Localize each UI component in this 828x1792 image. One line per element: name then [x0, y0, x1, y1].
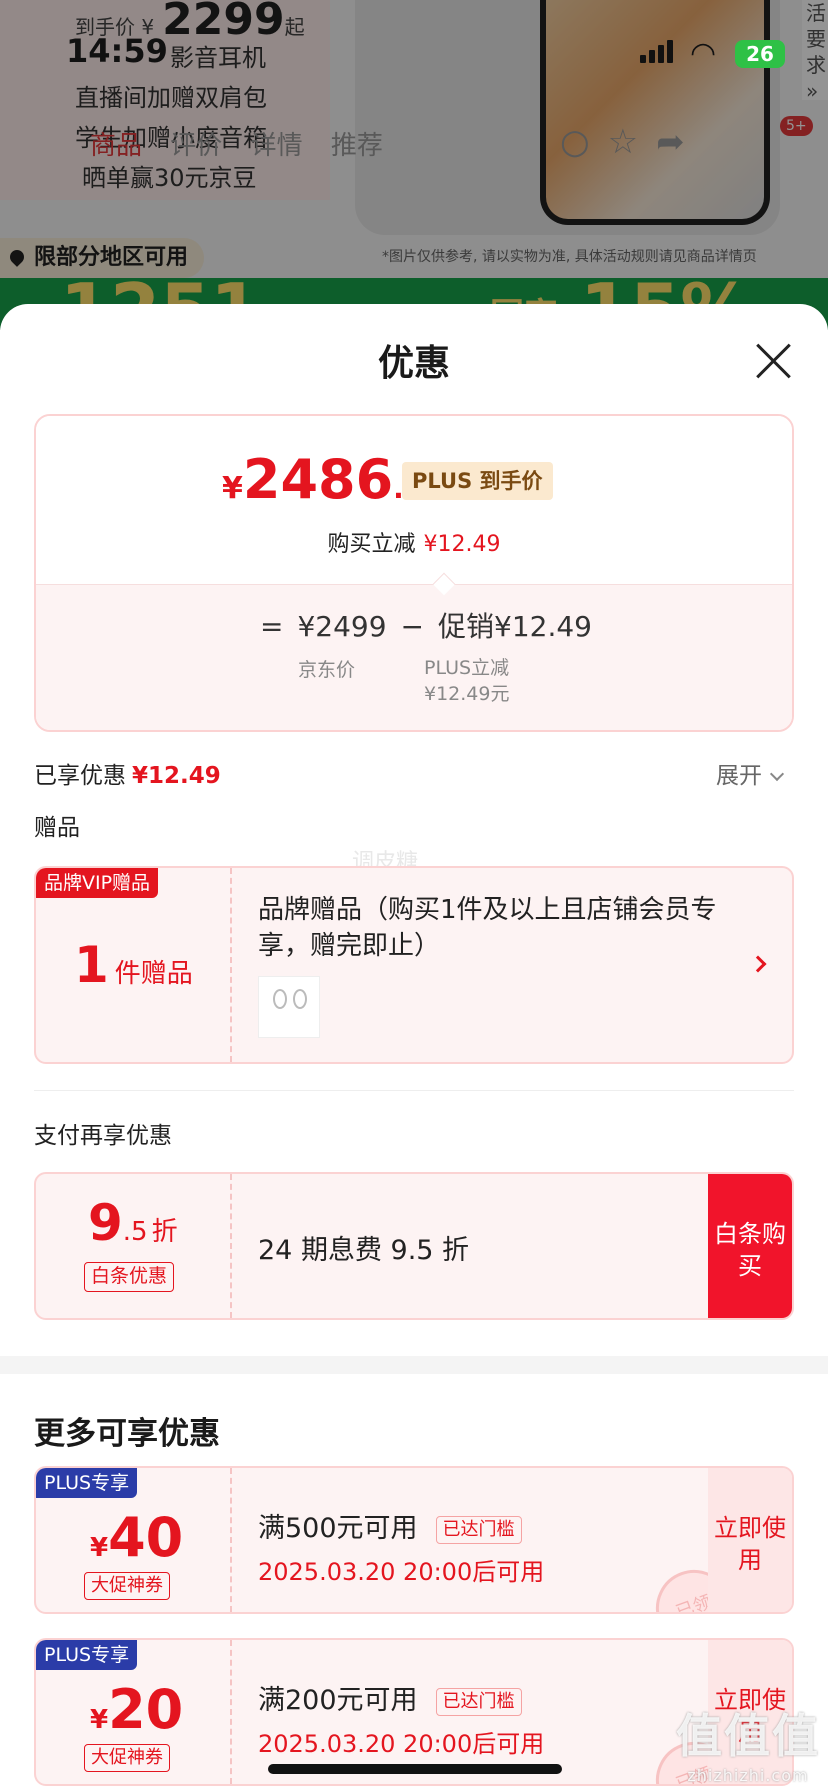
- price-formula-area: = ¥2499− 促销¥12.49 京东价 PLUS立减 ¥12.49元: [36, 584, 792, 730]
- wifi-icon: ◠: [690, 36, 717, 71]
- enjoyed-discount: 已享优惠 ¥12.49: [34, 763, 221, 789]
- threshold-met-badge: 已达门槛: [435, 1687, 522, 1716]
- baitiao-card-left: 9.5 折 白条优惠: [36, 1174, 232, 1318]
- gift-card[interactable]: 品牌VIP赠品 1 件赠品 品牌赠品（购买1件及以上且店铺会员专享，赠完即止）: [34, 866, 794, 1064]
- final-price-area: ¥2486.51 PLUS 到手价 购买立减¥12.49: [36, 416, 792, 584]
- more-discounts-title: 更多可享优惠: [34, 1416, 220, 1452]
- plus-price-tag: PLUS 到手价: [402, 462, 553, 500]
- plus-exclusive-tag: PLUS专享: [36, 1468, 138, 1498]
- coupon-type: 大促神券: [84, 1744, 170, 1772]
- baitiao-tag: 白条优惠: [84, 1262, 175, 1292]
- instant-discount: 购买立减 ¥12.49: [327, 532, 501, 557]
- price-formula: = ¥2499− 促销¥12.49: [260, 610, 592, 643]
- jd-price-label: 京东价: [298, 659, 356, 681]
- section-divider: [34, 1090, 794, 1091]
- threshold-met-badge: 已达门槛: [435, 1515, 522, 1544]
- baitiao-card: 9.5 折 白条优惠 24 期息费 9.5 折 白条购买: [34, 1172, 794, 1320]
- gift-description: 品牌赠品（购买1件及以上且店铺会员专享，赠完即止）: [258, 895, 717, 961]
- section-separator: [0, 1356, 828, 1374]
- site-watermark: 值值值 zhizhizhi.com: [676, 1709, 820, 1785]
- coupon-card: PLUS专享 ¥40 大促神券 满500元可用 已达门槛 2025.03.20 2…: [34, 1466, 794, 1614]
- earphone-thumbnail: [258, 976, 320, 1038]
- gift-card-left: 品牌VIP赠品 1 件赠品: [36, 868, 232, 1062]
- price-breakdown-card: ¥2486.51 PLUS 到手价 购买立减¥12.49 =¥2499−促销¥1…: [34, 414, 794, 732]
- chevron-down-icon: [769, 766, 785, 782]
- coupon-condition: 满500元可用 已达门槛: [258, 1506, 522, 1545]
- coupon-valid-time: 2025.03.20 20:00后可用: [258, 1730, 545, 1758]
- use-now-button[interactable]: 立即使用: [708, 1468, 792, 1612]
- expand-button[interactable]: 展开: [716, 756, 785, 790]
- baitiao-rate: 9.5 折: [88, 1194, 178, 1252]
- coupon-amount: ¥20: [90, 1678, 184, 1741]
- baitiao-buy-button[interactable]: 白条购买: [708, 1174, 792, 1318]
- home-indicator[interactable]: [268, 1764, 562, 1774]
- sheet-title: 优惠: [377, 343, 450, 384]
- coupon-type: 大促神券: [84, 1572, 170, 1600]
- chevron-right-icon[interactable]: [749, 955, 767, 973]
- baitiao-description: 24 期息费 9.5 折: [258, 1235, 470, 1266]
- status-bar: 14:59 ◠ 26: [0, 28, 828, 78]
- coupon-left: PLUS专享 ¥40 大促神券: [36, 1468, 232, 1612]
- gift-section-label: 赠品: [34, 815, 80, 841]
- discount-sheet: 优惠 ¥2486.51 PLUS 到手价 购买立减¥12.49 =¥2499−促…: [0, 304, 828, 1792]
- cellular-signal-icon: [640, 40, 676, 63]
- coupon-left: PLUS专享 ¥20 大促神券: [36, 1640, 232, 1784]
- gift-count: 1 件赠品: [74, 936, 193, 994]
- coupon-amount: ¥40: [90, 1506, 184, 1569]
- pay-section-label: 支付再享优惠: [34, 1123, 172, 1149]
- status-time: 14:59: [66, 32, 168, 70]
- plus-cut-label: PLUS立减 ¥12.49元: [424, 657, 510, 705]
- coupon-valid-time: 2025.03.20 20:00后可用: [258, 1558, 545, 1586]
- close-icon[interactable]: [752, 340, 794, 382]
- vip-gift-tag: 品牌VIP赠品: [36, 868, 159, 898]
- plus-exclusive-tag: PLUS专享: [36, 1640, 138, 1670]
- coupon-condition: 满200元可用 已达门槛: [258, 1678, 522, 1717]
- battery-icon: 26: [735, 40, 785, 68]
